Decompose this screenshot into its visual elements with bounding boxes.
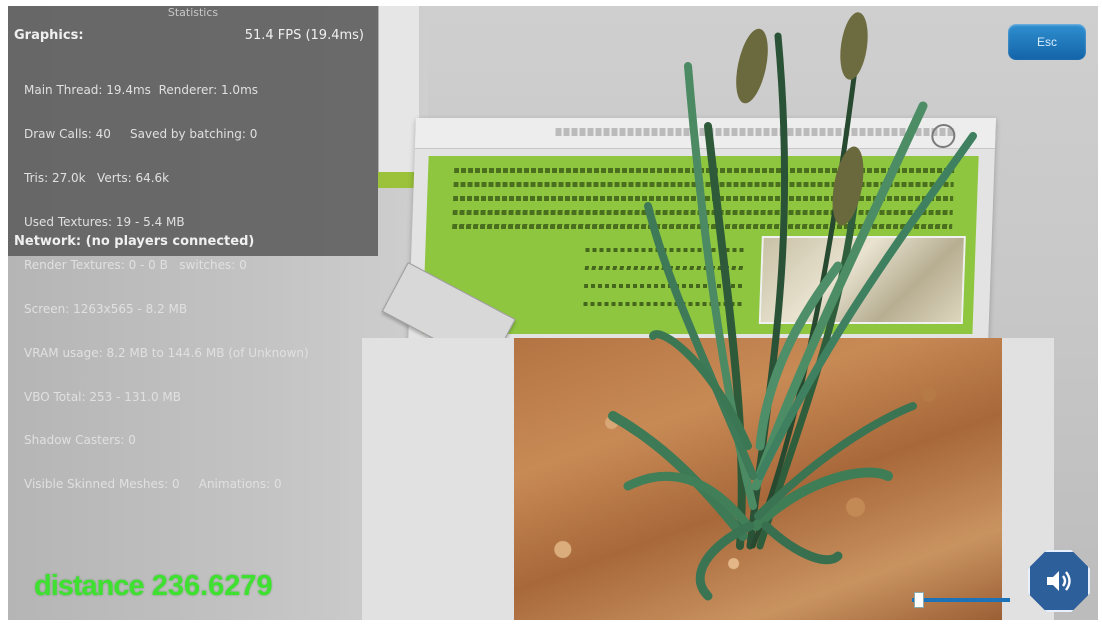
stats-lines: Main Thread: 19.4ms Renderer: 1.0ms Draw… [24,54,309,521]
volume-slider-track[interactable] [912,598,1010,602]
stats-line: Draw Calls: 40 Saved by batching: 0 [24,126,258,141]
distance-readout: distance 236.6279 [34,570,273,603]
graphics-label: Graphics: [14,28,84,43]
statistics-panel: Statistics Graphics: 51.4 FPS (19.4ms) M… [8,6,378,491]
distance-value: 236.6279 [151,570,273,602]
esc-button[interactable]: Esc [1008,24,1086,60]
stats-line: Main Thread: 19.4ms Renderer: 1.0ms [24,83,259,98]
stats-line: VRAM usage: 8.2 MB to 144.6 MB (of Unkno… [24,345,309,360]
sound-button[interactable] [1028,550,1090,612]
stats-line: Visible Skinned Meshes: 0 Animations: 0 [24,477,282,492]
fps-readout: 51.4 FPS (19.4ms) [244,28,364,43]
stats-line: Screen: 1263x565 - 8.2 MB [24,302,188,317]
stats-line: Tris: 27.0k Verts: 64.6k [24,170,170,185]
network-status: Network: (no players connected) [14,234,255,249]
stats-line: VBO Total: 253 - 131.0 MB [24,389,181,404]
volume-slider-handle[interactable] [914,592,924,608]
volume-slider[interactable] [912,592,1010,608]
stats-line: Shadow Casters: 0 [24,433,136,448]
statistics-title: Statistics [167,6,219,19]
distance-label: distance [34,570,145,602]
stats-line: Used Textures: 19 - 5.4 MB [24,214,185,229]
stats-line: Render Textures: 0 - 0 B switches: 0 [24,258,247,273]
speaker-volume-icon [1047,571,1071,591]
